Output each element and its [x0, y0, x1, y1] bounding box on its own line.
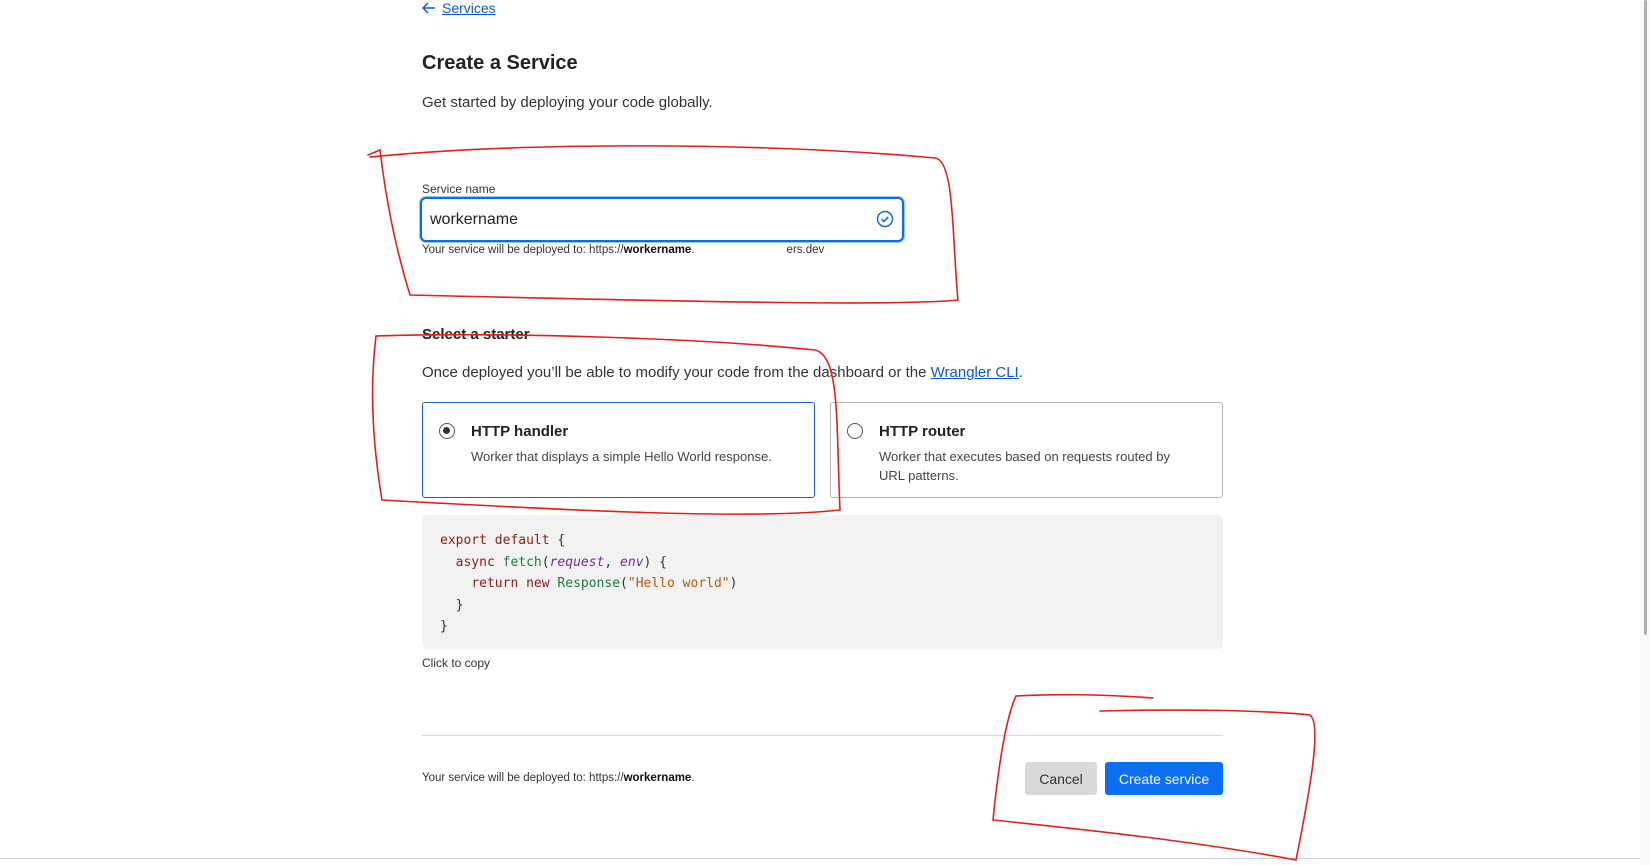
deploy-hint-prefix: Your service will be deployed to: https:… — [422, 244, 624, 256]
page-subtitle: Get started by deploying your code globa… — [422, 94, 713, 111]
footer-hint-name: workername — [623, 772, 692, 784]
service-name-input[interactable] — [430, 206, 850, 234]
back-to-services-link[interactable]: Services — [422, 0, 496, 16]
starter-option-http-router[interactable]: HTTP router Worker that executes based o… — [830, 402, 1223, 498]
page-title: Create a Service — [422, 52, 578, 74]
footer-hint-suffix: . — [691, 772, 695, 784]
back-link-label: Services — [442, 0, 496, 16]
code-line: export default { — [440, 533, 566, 548]
starter-section-title: Select a starter — [422, 326, 530, 343]
service-name-field — [420, 197, 904, 242]
deploy-hint-suffix: ers.dev — [786, 244, 825, 256]
code-line: async fetch(request, env) { — [455, 554, 668, 570]
code-line: return new Response("Hello world") — [471, 576, 738, 591]
radio-http-router[interactable] — [847, 423, 863, 439]
option-title: HTTP handler — [471, 423, 569, 440]
footer-divider — [422, 735, 1223, 736]
redacted-gap: . — [691, 244, 695, 256]
footer-deploy-hint: Your service will be deployed to: https:… — [422, 772, 695, 784]
deploy-hint-name: workername — [623, 244, 692, 256]
option-description: Worker that executes based on requests r… — [879, 449, 1170, 483]
option-title: HTTP router — [879, 423, 966, 440]
wrangler-cli-link[interactable]: Wrangler CLI — [931, 364, 1019, 381]
code-line: } — [440, 597, 464, 613]
bottom-border — [0, 858, 1640, 859]
code-preview[interactable]: export default { async fetch(request, en… — [422, 515, 1223, 649]
starter-desc-text: Once deployed you’ll be able to modify y… — [422, 364, 931, 381]
check-circle-icon — [876, 210, 894, 228]
scrollbar-thumb[interactable] — [1644, 0, 1647, 635]
code-line: } — [440, 619, 448, 634]
click-to-copy-hint: Click to copy — [422, 656, 491, 670]
footer-hint-prefix: Your service will be deployed to: https:… — [422, 772, 624, 784]
radio-http-handler[interactable] — [439, 423, 455, 439]
starter-description: Once deployed you’ll be able to modify y… — [422, 364, 1023, 381]
starter-option-http-handler[interactable]: HTTP handler Worker that displays a simp… — [422, 402, 815, 498]
starter-desc-suffix: . — [1018, 364, 1023, 381]
option-description: Worker that displays a simple Hello Worl… — [471, 449, 772, 464]
arrow-left-icon — [422, 2, 436, 14]
create-service-button[interactable]: Create service — [1105, 762, 1223, 795]
deploy-url-hint: Your service will be deployed to: https:… — [422, 244, 824, 256]
cancel-button[interactable]: Cancel — [1025, 762, 1097, 795]
service-name-label: Service name — [422, 182, 496, 196]
